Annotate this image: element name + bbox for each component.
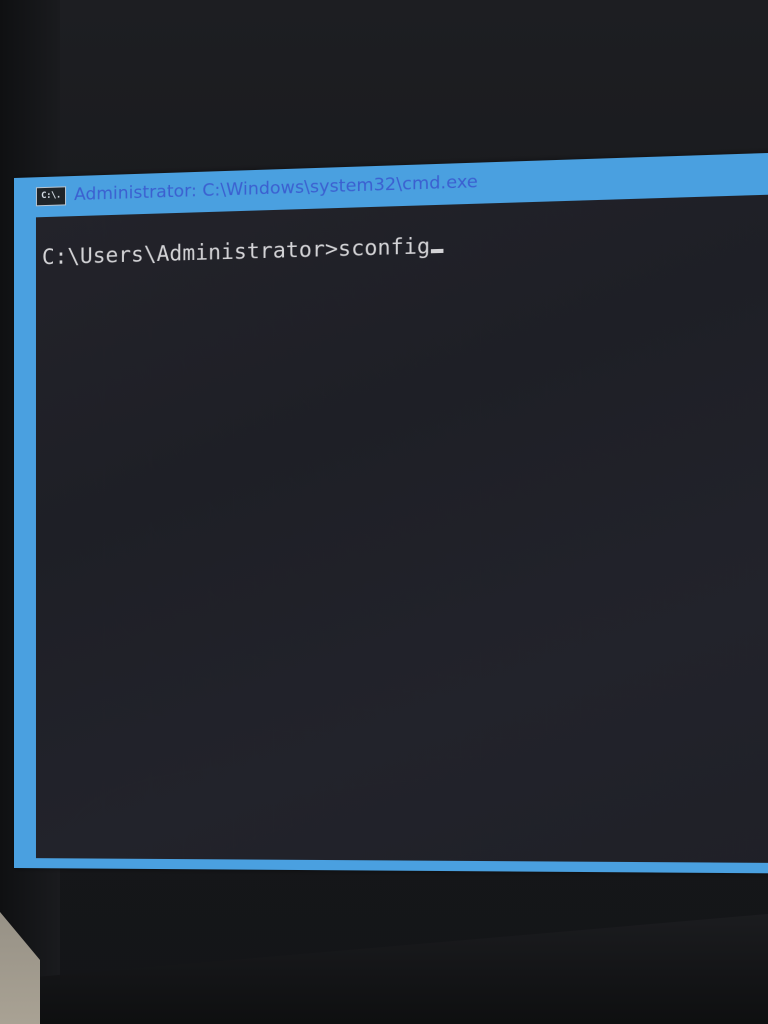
cmd-console-icon[interactable]: C:\. bbox=[35, 185, 67, 206]
command-line[interactable]: C:\Users\Administrator>sconfig bbox=[42, 233, 444, 269]
text-cursor bbox=[431, 248, 444, 254]
prompt-path: C:\Users\Administrator> bbox=[41, 236, 339, 270]
cmd-window[interactable]: C:\. Administrator: C:\Windows\system32\… bbox=[14, 150, 768, 874]
window-title: Administrator: C:\Windows\system32\cmd.e… bbox=[74, 171, 478, 206]
photo-scene: C:\. Administrator: C:\Windows\system32\… bbox=[0, 0, 768, 1024]
monitor-bezel-bottom bbox=[0, 914, 768, 1024]
typed-command: sconfig bbox=[338, 233, 431, 261]
console-area[interactable]: C:\Users\Administrator>sconfig bbox=[35, 192, 768, 864]
